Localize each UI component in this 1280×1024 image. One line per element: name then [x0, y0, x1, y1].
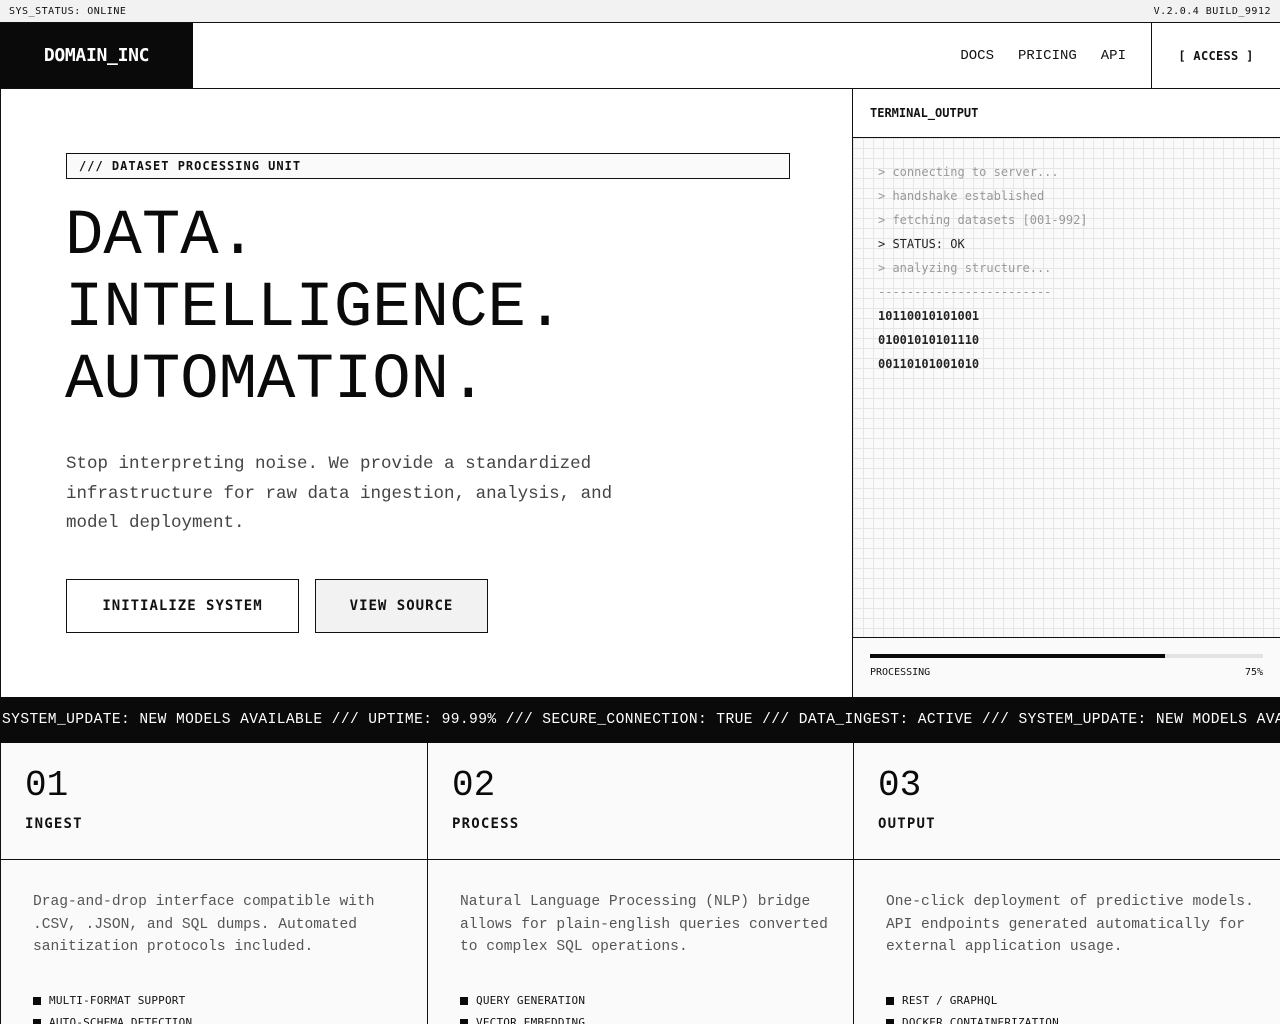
terminal-line: > fetching datasets [001-992]: [878, 213, 1088, 227]
feature-card-process: 02 PROCESS Natural Language Processing (…: [427, 743, 853, 1024]
news-ticker: SYSTEM_UPDATE: NEW MODELS AVAILABLE /// …: [0, 697, 1280, 743]
square-bullet-icon: [460, 997, 468, 1005]
feature-title: OUTPUT: [878, 816, 936, 832]
feature-card-ingest: 01 INGEST Drag-and-drop interface compat…: [0, 743, 427, 1024]
list-item: VECTOR EMBEDDING: [460, 1012, 585, 1024]
site-header: DOMAIN_INC DOCS PRICING API [ ACCESS ]: [0, 23, 1280, 89]
hero-section: /// DATASET PROCESSING UNIT DATA. INTELL…: [0, 89, 853, 697]
terminal-panel: TERMINAL_OUTPUT > connecting to server..…: [853, 89, 1280, 697]
feature-description: Drag-and-drop interface compatible with …: [33, 894, 375, 955]
logo[interactable]: DOMAIN_INC: [0, 23, 193, 88]
view-source-button[interactable]: VIEW SOURCE: [315, 579, 488, 633]
list-item: REST / GRAPHQL: [886, 990, 1059, 1012]
feature-description: Natural Language Processing (NLP) bridge…: [460, 894, 828, 955]
list-item: AUTO-SCHEMA DETECTION: [33, 1012, 192, 1024]
ticker-text: SYSTEM_UPDATE: NEW MODELS AVAILABLE /// …: [2, 712, 1280, 728]
processing-status: PROCESSING 75%: [853, 637, 1280, 697]
terminal-line: 10110010101001: [878, 309, 980, 323]
system-status: SYS_STATUS: ONLINE: [9, 5, 127, 17]
initialize-system-button[interactable]: INITIALIZE SYSTEM: [66, 579, 299, 633]
terminal-line: > STATUS: OK: [878, 237, 965, 251]
square-bullet-icon: [33, 1019, 41, 1024]
system-status-bar: SYS_STATUS: ONLINE V.2.0.4 BUILD_9912: [0, 0, 1280, 23]
feature-description: One-click deployment of predictive model…: [886, 894, 1254, 955]
terminal-line: > analyzing structure...: [878, 261, 1052, 275]
nav-link-api[interactable]: API: [1089, 48, 1138, 64]
feature-bullets: REST / GRAPHQL DOCKER CONTAINERIZATION: [886, 990, 1059, 1024]
square-bullet-icon: [886, 997, 894, 1005]
progress-bar: [870, 654, 1263, 658]
terminal-output: > connecting to server... > handshake est…: [853, 138, 1280, 637]
progress-percent: 75%: [1244, 667, 1263, 678]
headline-line-3: AUTOMATION.: [65, 345, 488, 417]
headline-line-2: INTELLIGENCE.: [65, 273, 565, 345]
square-bullet-icon: [886, 1019, 894, 1024]
headline-line-1: DATA.: [65, 201, 258, 273]
feature-title: INGEST: [25, 816, 83, 832]
build-version: V.2.0.4 BUILD_9912: [1153, 5, 1271, 17]
nav-link-pricing[interactable]: PRICING: [1006, 48, 1089, 64]
feature-number: 03: [878, 765, 922, 806]
hero-description: Stop interpreting noise. We provide a st…: [66, 454, 613, 533]
terminal-line: > connecting to server...: [878, 165, 1059, 179]
feature-bullets: QUERY GENERATION VECTOR EMBEDDING: [460, 990, 585, 1024]
feature-bullets: MULTI-FORMAT SUPPORT AUTO-SCHEMA DETECTI…: [33, 990, 192, 1024]
section-eyebrow: /// DATASET PROCESSING UNIT: [66, 153, 790, 179]
feature-title: PROCESS: [452, 816, 520, 832]
list-item: QUERY GENERATION: [460, 990, 585, 1012]
terminal-line: 00110101001010: [878, 357, 980, 371]
terminal-line: > handshake established: [878, 189, 1045, 203]
square-bullet-icon: [460, 1019, 468, 1024]
terminal-line: 01001010101110: [878, 333, 980, 347]
terminal-line: ------------------------: [878, 285, 1052, 299]
features-section: 01 INGEST Drag-and-drop interface compat…: [0, 743, 1280, 1024]
list-item: MULTI-FORMAT SUPPORT: [33, 990, 192, 1012]
nav-link-docs[interactable]: DOCS: [948, 48, 1006, 64]
hero-headline: DATA. INTELLIGENCE. AUTOMATION.: [65, 201, 564, 417]
feature-number: 01: [25, 765, 69, 806]
main-nav: DOCS PRICING API: [948, 23, 1151, 88]
feature-card-output: 03 OUTPUT One-click deployment of predic…: [853, 743, 1280, 1024]
access-button[interactable]: [ ACCESS ]: [1151, 23, 1280, 88]
square-bullet-icon: [33, 997, 41, 1005]
feature-number: 02: [452, 765, 496, 806]
list-item: DOCKER CONTAINERIZATION: [886, 1012, 1059, 1024]
terminal-title: TERMINAL_OUTPUT: [853, 89, 1280, 138]
progress-label: PROCESSING: [870, 667, 931, 678]
progress-bar-fill: [870, 654, 1165, 658]
